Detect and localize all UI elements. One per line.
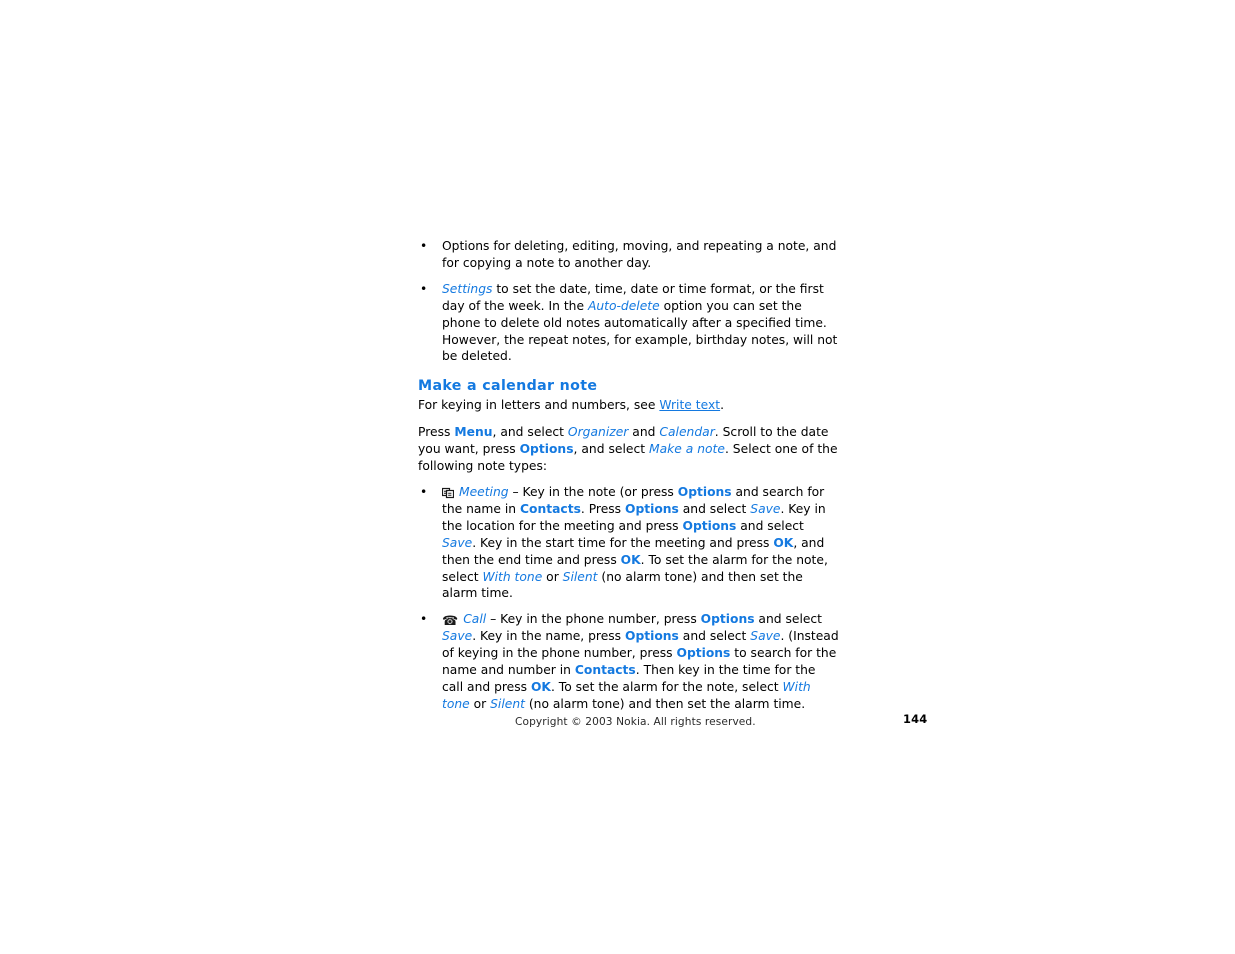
bullet-marker: • [420, 484, 428, 499]
text-run-plain: . Key in the start time for the meeting … [472, 535, 774, 550]
text-run-key: Options [677, 484, 732, 499]
text-run-italic-blue: With tone [482, 569, 543, 584]
text-run-key: OK [530, 680, 551, 695]
text-run-plain: and select [678, 629, 751, 644]
text-run-plain: , and select [573, 442, 649, 457]
page-title: Make a calendar note [418, 378, 598, 395]
bullet-settings: • Settings to set the date, time, date or… [418, 281, 840, 366]
text-run-plain: Options for deleting, editing, moving, a… [442, 239, 837, 270]
text-run-italic-blue: Save [750, 501, 781, 516]
bullet-marker: • [420, 612, 428, 627]
meeting-icon [441, 487, 455, 499]
text-run-plain: and select [754, 612, 823, 627]
text-run-plain: – Key in the note (or press [508, 484, 678, 499]
text-run-italic-blue: Auto-delete [587, 298, 660, 313]
text-run-key: OK [620, 552, 641, 567]
page-number: 144 [903, 712, 928, 726]
note-types-bullet-list: • Meeting – Key in the note (or press Opt… [418, 484, 840, 713]
text-run-plain: and select [678, 501, 751, 516]
text-run-plain: . To set the alarm for the note, select [550, 680, 783, 695]
list-item-text: Settings to set the date, time, date or … [442, 282, 837, 364]
text-run-key: Contacts [574, 663, 636, 678]
text-run-key: Options [700, 612, 755, 627]
text-run-plain: (no alarm tone) and then set the alarm t… [524, 696, 806, 711]
text-run-key: Options [676, 646, 731, 661]
text-run-plain: or [542, 569, 563, 584]
text-run-key: Options [624, 501, 679, 516]
text-run-key: Menu [454, 425, 493, 440]
bullet-marker: • [420, 239, 428, 253]
steps-paragraph: Press Menu, and select Organizer and Cal… [418, 424, 840, 475]
page-content: • Options for deleting, editing, moving, … [418, 238, 840, 722]
intro-paragraph: For keying in letters and numbers, see W… [418, 397, 840, 414]
bullet-note-type-meeting: • Meeting – Key in the note (or press Opt… [418, 484, 840, 602]
text-run-plain: – Key in the phone number, press [486, 612, 701, 627]
text-run-plain: . Press [580, 501, 625, 516]
bullet-options-note-actions: • Options for deleting, editing, moving, … [418, 238, 840, 272]
text-run-italic-blue: Call [463, 612, 487, 627]
text-run-italic-blue: Calendar [659, 425, 715, 440]
list-item-text: ☎ Call – Key in the phone number, press O… [442, 612, 839, 711]
text-run-italic-blue: Save [442, 629, 473, 644]
text-run-italic-blue: Organizer [567, 425, 629, 440]
bullet-note-type-call: • ☎ Call – Key in the phone number, press … [418, 611, 840, 713]
text-run-italic-blue: Make a note [648, 442, 725, 457]
text-run-key: Options [625, 629, 679, 644]
text-run-italic-blue: Settings [442, 281, 493, 296]
text-run-key: Contacts [520, 501, 581, 516]
text-run-plain: For keying in letters and numbers, see [418, 398, 660, 413]
list-item-text: Meeting – Key in the note (or press Opti… [441, 484, 828, 600]
text-run-link[interactable]: Write text [659, 398, 720, 412]
list-item-text: Options for deleting, editing, moving, a… [442, 239, 836, 270]
text-run-plain: . [720, 398, 725, 413]
page-footer: Copyright © 2003 Nokia. All rights reser… [0, 712, 1235, 740]
text-run-italic-blue: Silent [490, 696, 525, 711]
text-run-key: Options [519, 442, 574, 457]
telephone-icon: ☎ [442, 614, 459, 630]
text-run-italic-blue: Save [750, 629, 781, 644]
text-run-italic-blue: Save [442, 535, 473, 550]
text-run-plain: Press [418, 425, 455, 440]
text-run-key: OK [773, 535, 794, 550]
text-run-plain: and select [736, 518, 804, 533]
text-run-plain: , and select [492, 425, 568, 440]
bullet-marker: • [420, 281, 428, 296]
document-page: • Options for deleting, editing, moving, … [0, 0, 1235, 954]
text-run-key: Options [682, 518, 737, 533]
copyright-notice: Copyright © 2003 Nokia. All rights reser… [515, 716, 756, 728]
text-run-italic-blue: Silent [562, 569, 598, 584]
text-run-italic-blue: Meeting [459, 484, 509, 499]
calendar-options-bullet-list: • Options for deleting, editing, moving, … [418, 238, 840, 365]
text-run-plain: . Key in the name, press [472, 629, 625, 644]
text-run-plain: and [628, 425, 660, 440]
text-run-plain: or [469, 696, 491, 711]
